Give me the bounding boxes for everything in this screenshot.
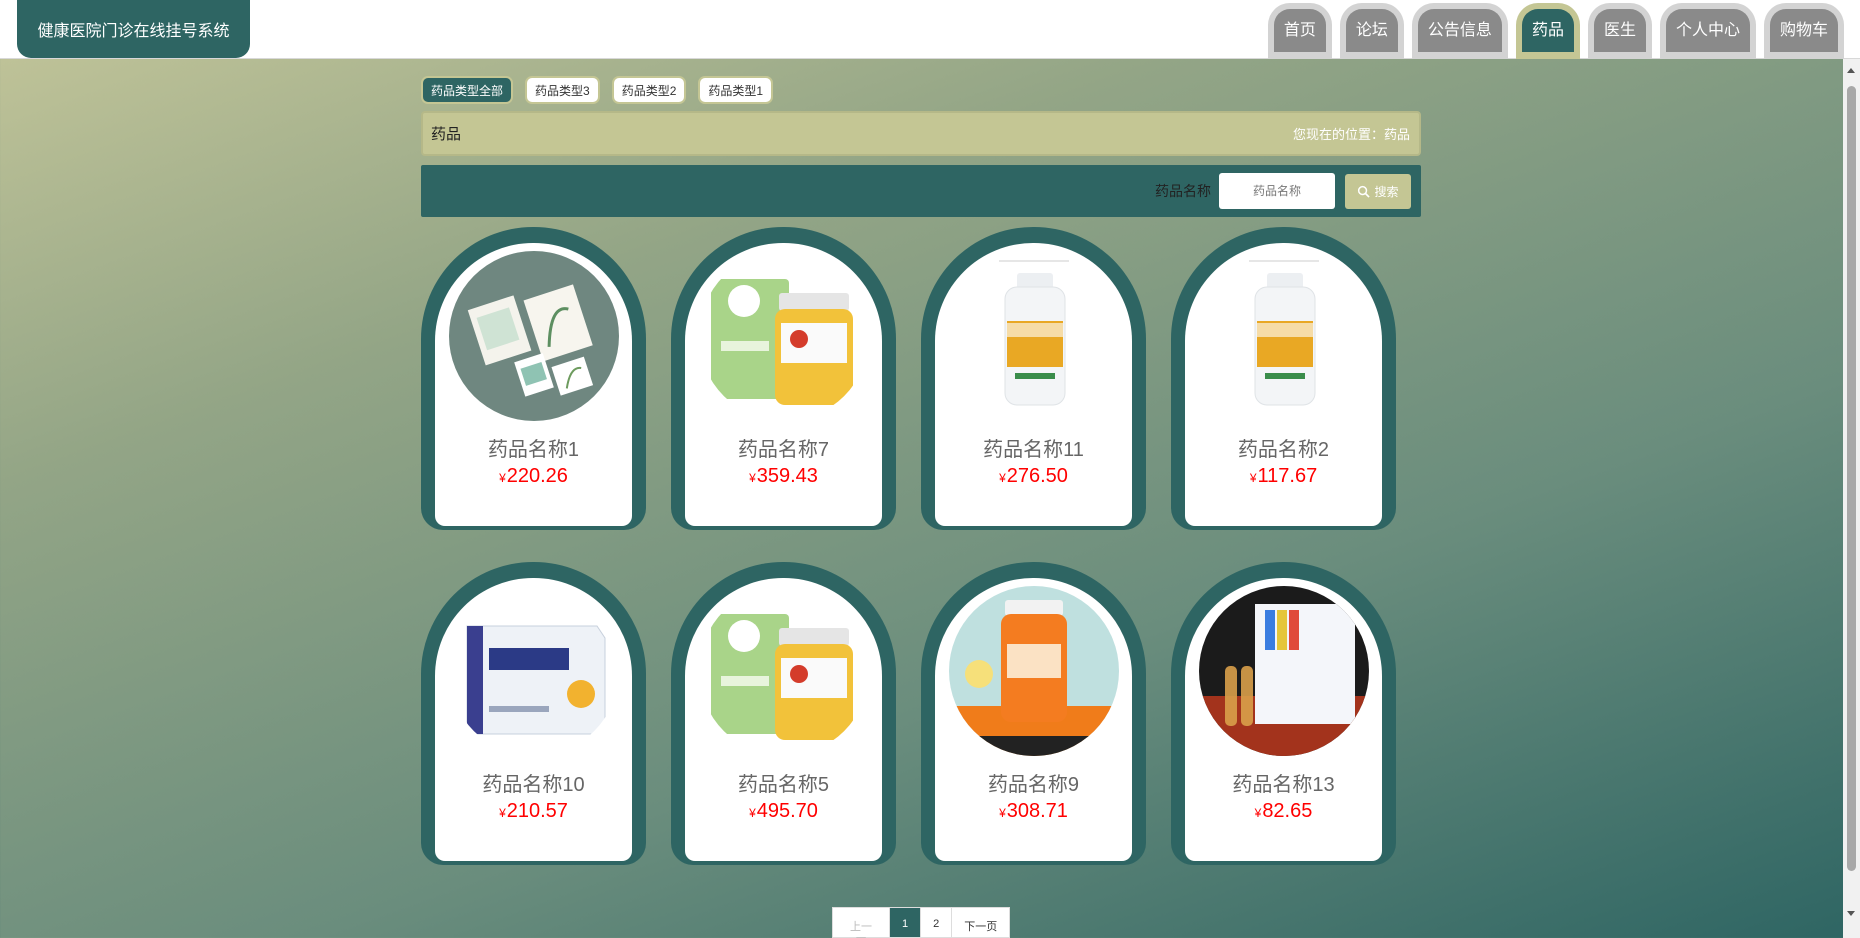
pagination: 上一页 1 2 下一页 — [832, 907, 1011, 938]
product-image[interactable] — [449, 251, 619, 421]
product-name[interactable]: 药品名称2 — [1185, 433, 1382, 462]
nav-home[interactable]: 首页 — [1267, 3, 1332, 59]
product-price: ¥82.65 — [1254, 800, 1313, 822]
scroll-thumb[interactable] — [1847, 86, 1856, 871]
product-card[interactable]: 药品名称7 ¥359.43 — [671, 227, 896, 530]
search-button-label: 搜索 — [1374, 184, 1399, 199]
product-card[interactable]: 药品名称13 ¥82.65 — [1171, 562, 1396, 865]
nav-forum[interactable]: 论坛 — [1339, 3, 1404, 59]
product-image[interactable] — [949, 251, 1119, 421]
product-image[interactable] — [949, 586, 1119, 756]
nav-label: 首页 — [1273, 9, 1326, 52]
product-card-body: 药品名称10 ¥210.57 — [435, 578, 632, 861]
product-card[interactable]: 药品名称1 ¥220.26 — [421, 227, 646, 530]
product-name[interactable]: 药品名称5 — [685, 768, 882, 797]
prev-page-button[interactable]: 上一页 — [833, 908, 890, 938]
product-name[interactable]: 药品名称11 — [935, 433, 1132, 462]
search-icon — [1358, 185, 1371, 198]
product-price: ¥220.26 — [499, 465, 568, 487]
product-price: ¥276.50 — [999, 465, 1068, 487]
product-name[interactable]: 药品名称10 — [435, 768, 632, 797]
product-price: ¥308.71 — [999, 800, 1068, 822]
product-card[interactable]: 药品名称10 ¥210.57 — [421, 562, 646, 865]
nav-label: 个人中心 — [1665, 9, 1750, 52]
nav-label: 论坛 — [1345, 9, 1398, 52]
product-image[interactable] — [449, 586, 619, 756]
search-button[interactable]: 搜索 — [1345, 173, 1411, 209]
vertical-scrollbar[interactable] — [1843, 59, 1860, 938]
main-content: 药品类型全部 药品类型3 药品类型2 药品类型1 药品 您现在的位置：药品 药品… — [421, 76, 1421, 217]
product-name[interactable]: 药品名称13 — [1185, 768, 1382, 797]
product-card-body: 药品名称11 ¥276.50 — [935, 243, 1132, 526]
product-image[interactable] — [1199, 586, 1369, 756]
product-card[interactable]: 药品名称2 ¥117.67 — [1171, 227, 1396, 530]
nav-cart[interactable]: 购物车 — [1763, 3, 1844, 59]
breadcrumb: 药品 您现在的位置：药品 — [421, 111, 1421, 156]
product-card[interactable]: 药品名称11 ¥276.50 — [921, 227, 1146, 530]
page-number[interactable]: 2 — [921, 908, 953, 937]
nav-label: 医生 — [1593, 9, 1646, 52]
type-tab-all[interactable]: 药品类型全部 — [421, 76, 514, 104]
nav-medicine[interactable]: 药品 — [1515, 3, 1580, 59]
product-image[interactable] — [699, 251, 869, 421]
site-logo[interactable]: 健康医院门诊在线挂号系统 — [17, 0, 250, 58]
product-name[interactable]: 药品名称9 — [935, 768, 1132, 797]
nav-doctors[interactable]: 医生 — [1587, 3, 1652, 59]
product-card-body: 药品名称9 ¥308.71 — [935, 578, 1132, 861]
product-price: ¥117.67 — [1249, 465, 1318, 487]
scroll-up-arrow-icon[interactable] — [1847, 68, 1855, 73]
product-card-body: 药品名称5 ¥495.70 — [685, 578, 882, 861]
type-tab-1[interactable]: 药品类型1 — [698, 76, 774, 104]
product-card-body: 药品名称1 ¥220.26 — [435, 243, 632, 526]
search-label: 药品名称 — [1155, 183, 1211, 199]
current-location: 您现在的位置：药品 — [1292, 127, 1410, 142]
nav-label: 购物车 — [1769, 9, 1838, 52]
product-price: ¥210.57 — [499, 800, 568, 822]
product-card[interactable]: 药品名称5 ¥495.70 — [671, 562, 896, 865]
nav-personal-center[interactable]: 个人中心 — [1659, 3, 1756, 59]
type-tab-3[interactable]: 药品类型3 — [525, 76, 600, 104]
product-price: ¥495.70 — [749, 800, 818, 822]
product-card-body: 药品名称7 ¥359.43 — [685, 243, 882, 526]
product-image[interactable] — [699, 586, 869, 756]
nav-label: 药品 — [1521, 9, 1574, 52]
page-number-current[interactable]: 1 — [890, 908, 922, 937]
product-name[interactable]: 药品名称7 — [685, 433, 882, 462]
product-image[interactable] — [1199, 251, 1369, 421]
product-card[interactable]: 药品名称9 ¥308.71 — [921, 562, 1146, 865]
product-card-body: 药品名称2 ¥117.67 — [1185, 243, 1382, 526]
type-tab-2[interactable]: 药品类型2 — [611, 76, 687, 104]
nav-announcements[interactable]: 公告信息 — [1411, 3, 1508, 59]
top-navbar: 健康医院门诊在线挂号系统 首页 论坛 公告信息 药品 医生 个人中心 购物车 — [0, 0, 1860, 59]
product-name[interactable]: 药品名称1 — [435, 433, 632, 462]
page-title: 药品 — [431, 126, 462, 143]
search-bar: 药品名称 搜索 — [421, 165, 1421, 217]
main-nav: 首页 论坛 公告信息 药品 医生 个人中心 购物车 — [1267, 3, 1844, 59]
scroll-down-arrow-icon[interactable] — [1847, 911, 1855, 916]
next-page-button[interactable]: 下一页 — [952, 908, 1009, 937]
nav-label: 公告信息 — [1417, 9, 1502, 52]
medicine-type-tabs: 药品类型全部 药品类型3 药品类型2 药品类型1 — [421, 76, 1421, 105]
product-card-body: 药品名称13 ¥82.65 — [1185, 578, 1382, 861]
search-input[interactable] — [1219, 173, 1335, 209]
product-price: ¥359.43 — [749, 465, 818, 487]
